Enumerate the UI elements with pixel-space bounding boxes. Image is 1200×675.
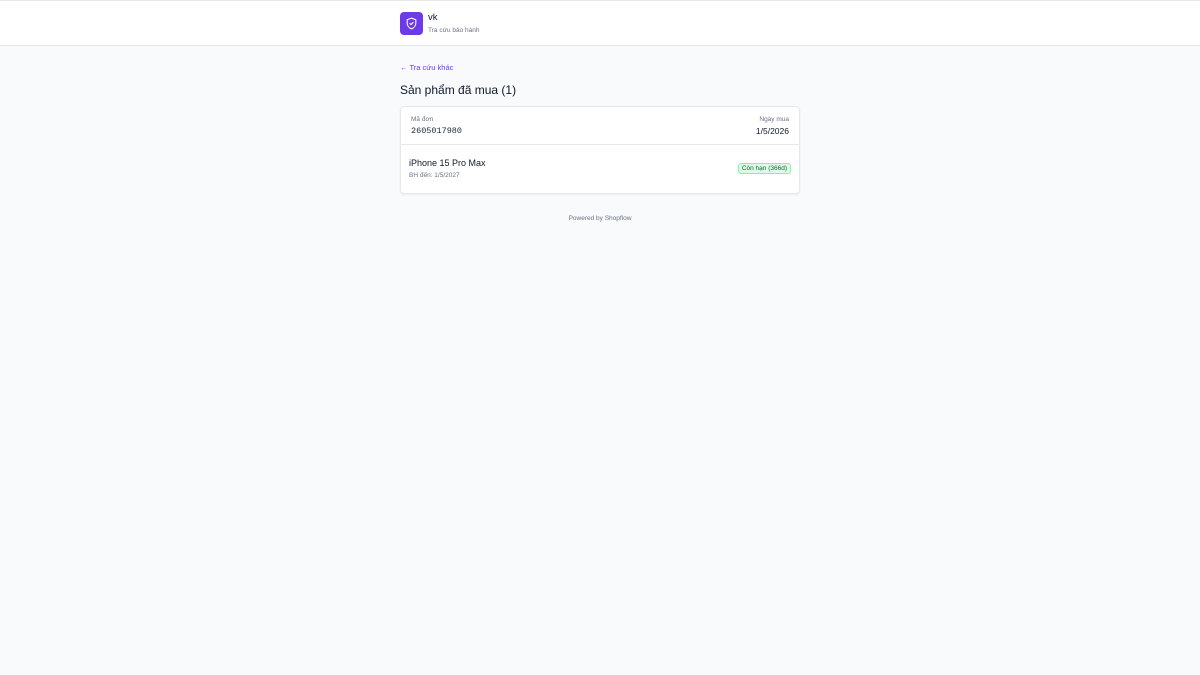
brand: vk Tra cứu bảo hành — [400, 12, 479, 36]
list-item: iPhone 15 Pro Max BH đến: 1/5/2027 Còn h… — [401, 145, 799, 194]
warranty-date: BH đến: 1/5/2027 — [409, 172, 460, 179]
product-name: iPhone 15 Pro Max — [409, 158, 486, 168]
shield-check-icon — [400, 12, 423, 35]
back-link[interactable]: ← Tra cứu khác — [400, 63, 453, 72]
page-title: Sản phẩm đã mua (1) — [400, 83, 517, 97]
brand-text: vk Tra cứu bảo hành — [428, 12, 479, 36]
footer-credit: Powered by Shopflow — [568, 215, 632, 222]
order-id-label: Mã đơn — [411, 116, 434, 123]
purchase-date-label: Ngày mua — [759, 116, 789, 123]
status-badge: Còn hạn (366d) — [737, 163, 791, 174]
order-header: Mã đơn 2605017980 Ngày mua 1/5/2026 — [401, 107, 799, 145]
order-card: Mã đơn 2605017980 Ngày mua 1/5/2026 iPho… — [400, 106, 800, 194]
order-id: 2605017980 — [411, 126, 463, 136]
purchase-date: 1/5/2026 — [755, 126, 789, 136]
top-header: vk Tra cứu bảo hành — [0, 0, 1200, 46]
brand-name: vk — [428, 12, 438, 23]
brand-subtitle: Tra cứu bảo hành — [428, 27, 480, 34]
